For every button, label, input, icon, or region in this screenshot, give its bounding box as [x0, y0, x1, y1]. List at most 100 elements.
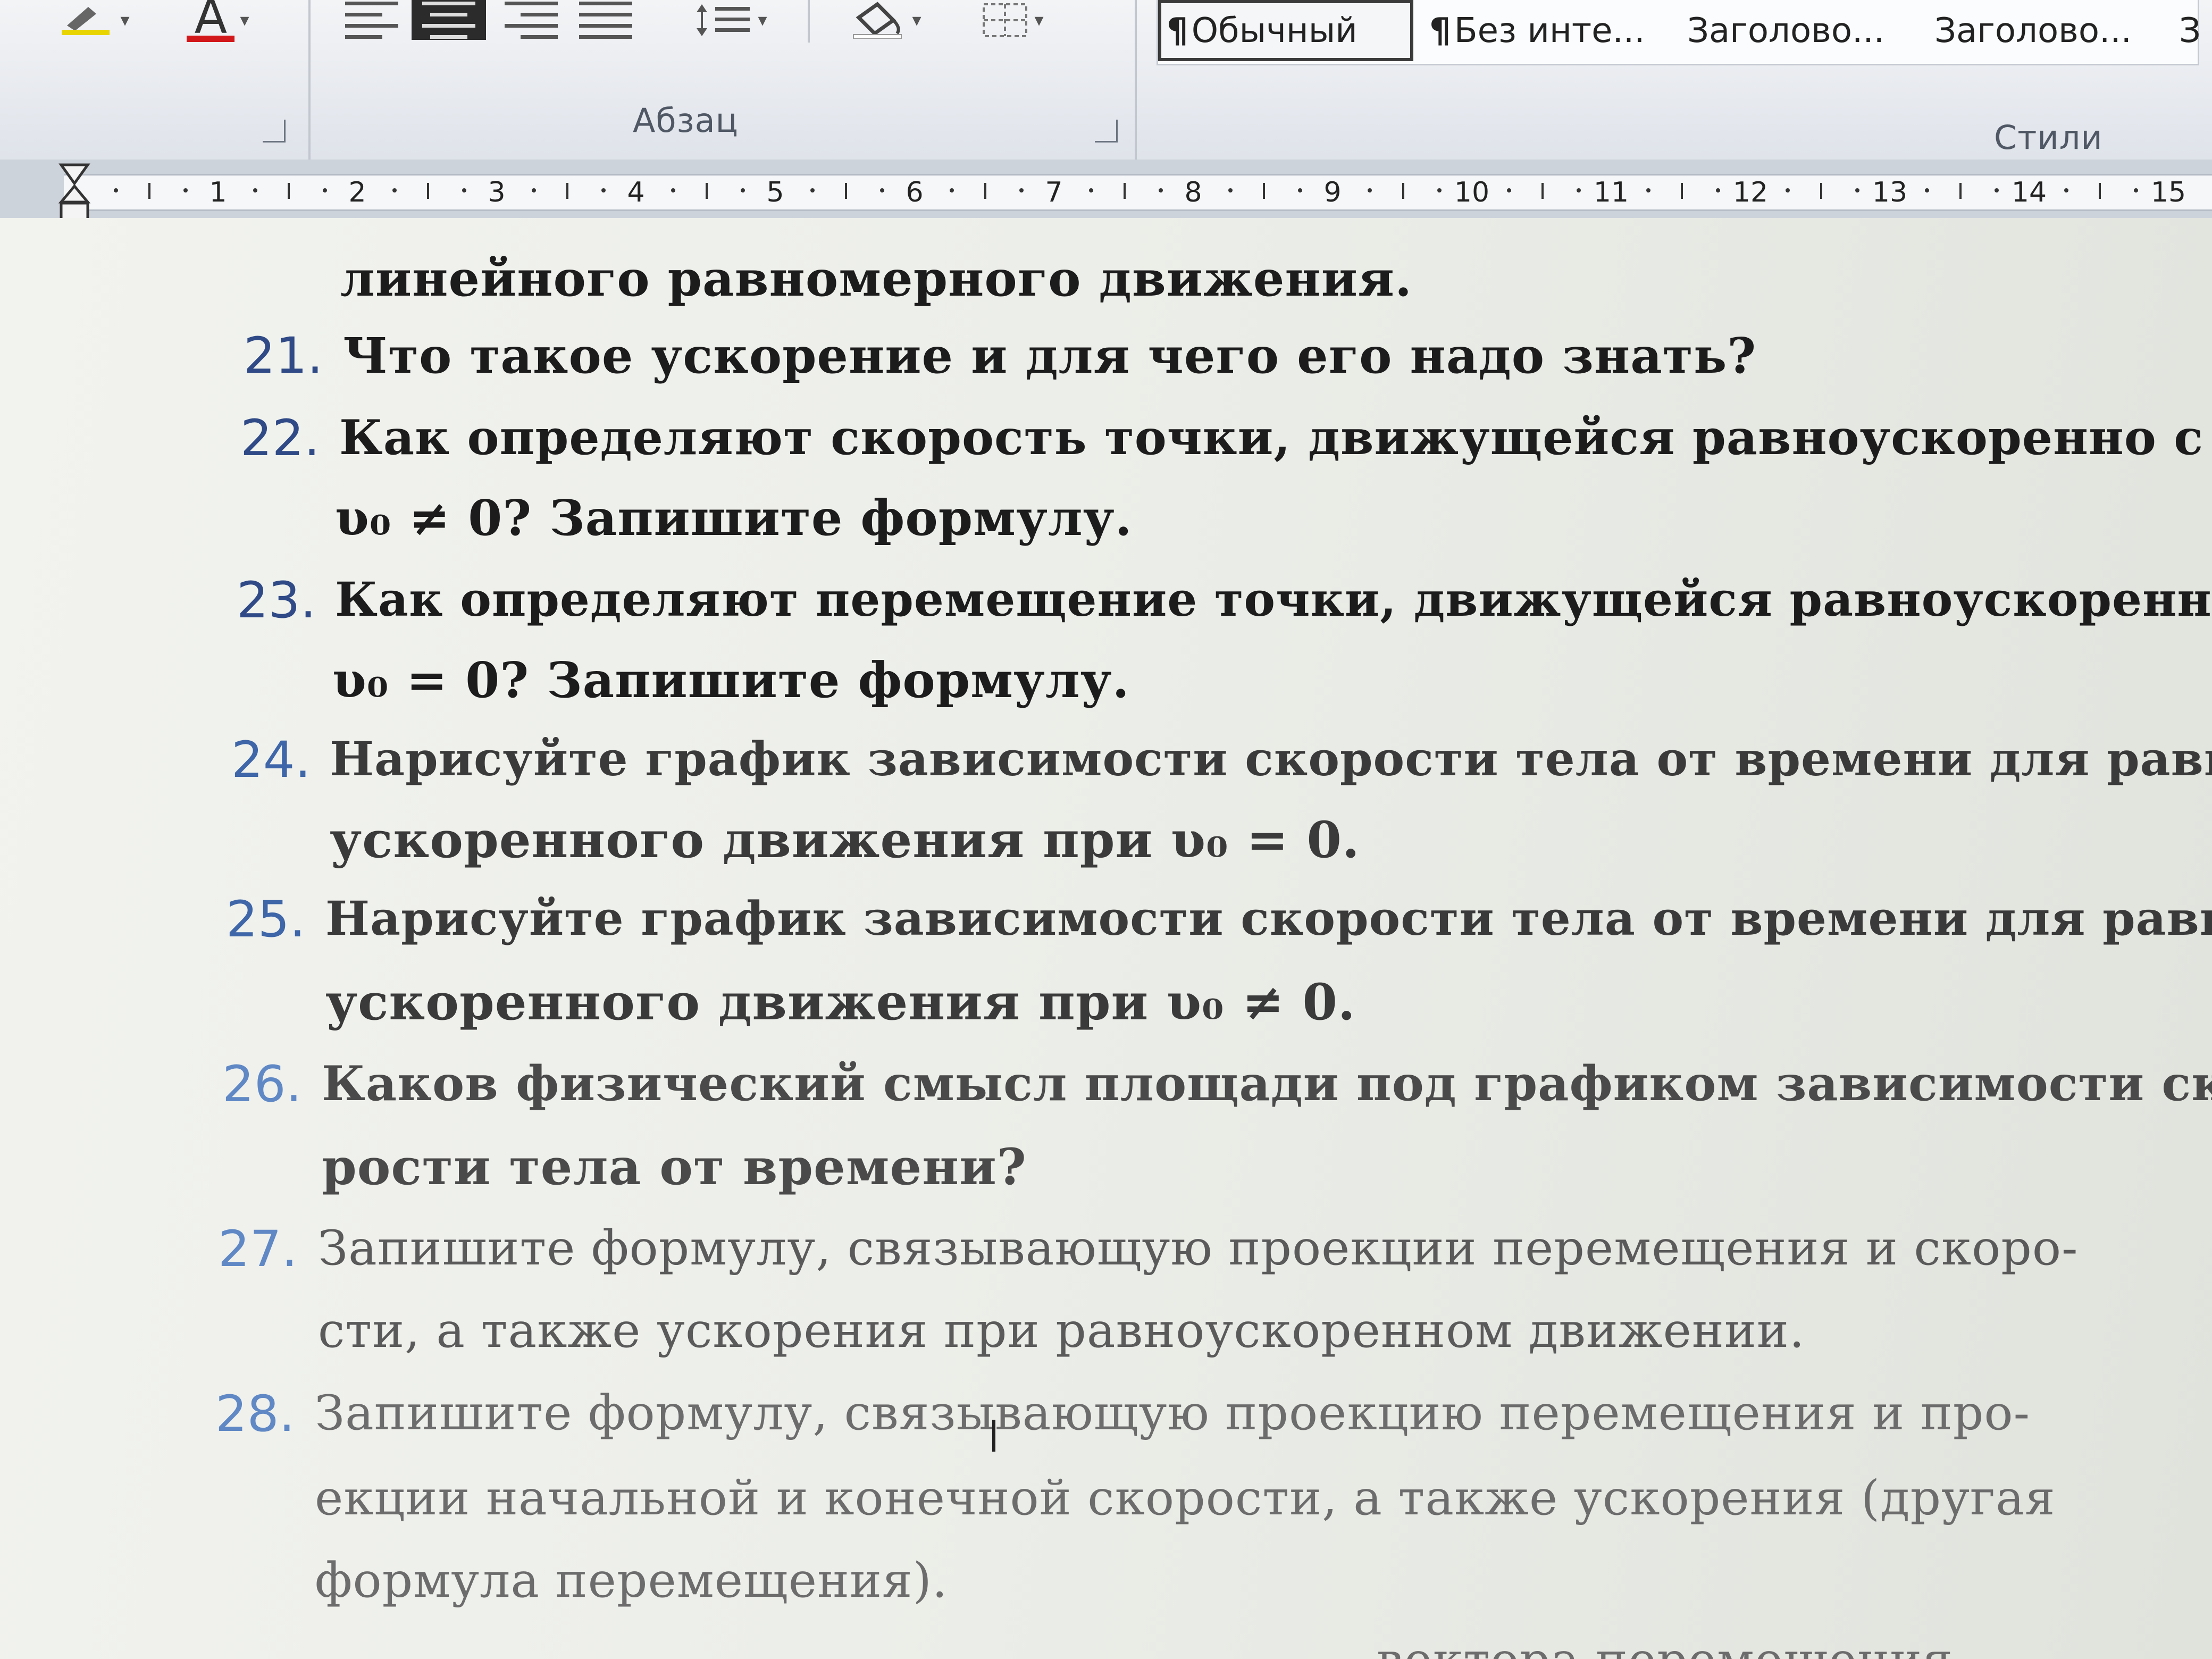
- ruler-number: 5: [766, 177, 784, 208]
- ruler-number: 15: [2150, 177, 2186, 208]
- justify-icon: [579, 1, 632, 39]
- ruler-tick: [1263, 183, 1265, 199]
- ruler-strip: 1 2 3 4 5 6 7 8 9 10 11 12 13 14 15: [64, 174, 2212, 211]
- list-number: 24.: [231, 731, 311, 789]
- ruler-tick: [531, 188, 536, 192]
- ruler-tick: [2099, 183, 2101, 199]
- styles-group-label: Стили: [1994, 118, 2103, 157]
- ruler-tick: [706, 183, 708, 199]
- list-item-text: Что такое ускорение и для чего его надо …: [343, 327, 1757, 384]
- ruler-tick: [1855, 188, 1859, 192]
- list-item-text: Каков физический смысл площади под графи…: [322, 1055, 2212, 1112]
- borders-icon: [981, 2, 1029, 39]
- ruler-tick: [566, 183, 568, 199]
- highlighter-icon: [56, 4, 115, 36]
- style-heading-2[interactable]: Заголово...: [1934, 0, 2132, 61]
- line-spacing-button[interactable]: ▾: [677, 0, 784, 40]
- ruler-number: 12: [1732, 177, 1769, 208]
- text-line: линейного равномерного движения.: [340, 250, 1412, 307]
- ruler-tick: [392, 188, 397, 192]
- style-normal[interactable]: ¶ Обычный: [1158, 0, 1413, 61]
- ruler-tick: [1541, 183, 1544, 199]
- highlight-color-button[interactable]: ▾: [43, 0, 144, 40]
- justify-button[interactable]: [571, 0, 640, 40]
- font-color-icon: A: [194, 0, 228, 45]
- align-center-button[interactable]: [412, 0, 486, 40]
- ruler-tick: [2133, 188, 2138, 192]
- font-color-button[interactable]: A ▾: [165, 0, 271, 45]
- chevron-down-icon[interactable]: ▾: [758, 10, 767, 31]
- ruler-tick: [1715, 188, 1720, 192]
- list-item-text: рости тела от времени?: [322, 1138, 1027, 1196]
- ruler-tick: [984, 183, 986, 199]
- list-item-text: Запишите формулу, связывающую проекции п…: [318, 1220, 2079, 1276]
- paragraph-dialog-launcher-icon[interactable]: [1095, 120, 1118, 143]
- ruler-tick: [322, 188, 327, 192]
- ruler-tick: [113, 188, 118, 192]
- ruler-tick: [1158, 188, 1163, 192]
- chevron-down-icon[interactable]: ▾: [240, 10, 249, 31]
- styles-gallery: ¶ Обычный ¶ Без инте... Заголово... Заго…: [1157, 0, 2201, 65]
- ruler-tick: [601, 188, 606, 192]
- chevron-down-icon[interactable]: ▾: [912, 10, 921, 31]
- ruler-number: 3: [488, 177, 506, 208]
- paragraph-group: ▾ ▾ ▾ Абзац: [263, 0, 1135, 160]
- font-group: ▾ A ▾: [0, 0, 308, 160]
- paragraph-group-label: Абзац: [633, 101, 739, 140]
- list-number: 23.: [237, 572, 316, 630]
- ruler-number: 14: [2011, 177, 2047, 208]
- list-item-text: Как определяют перемещение точки, движущ…: [335, 572, 2212, 627]
- list-item-text: Запишите формулу, связывающую проекцию п…: [315, 1385, 2030, 1441]
- align-right-button[interactable]: [497, 0, 566, 40]
- align-left-icon: [345, 1, 398, 39]
- ruler-tick: [427, 183, 429, 199]
- ruler-tick: [810, 188, 815, 192]
- ribbon-separator: [808, 0, 810, 43]
- style-no-spacing[interactable]: ¶ Без инте...: [1429, 0, 1645, 61]
- ruler-tick: [1959, 183, 1962, 199]
- align-right-icon: [505, 1, 558, 39]
- list-number: 26.: [222, 1055, 302, 1113]
- ruler-tick: [1820, 183, 1822, 199]
- align-left-button[interactable]: [337, 0, 406, 40]
- list-item-text: ускоренного движения при υ₀ ≠ 0.: [325, 973, 1356, 1032]
- horizontal-ruler[interactable]: 1 2 3 4 5 6 7 8 9 10 11 12 13 14 15: [0, 160, 2212, 218]
- list-item-text: ускоренного движения при υ₀ = 0.: [330, 811, 1360, 869]
- list-number: 28.: [215, 1385, 295, 1443]
- list-item-text: екции начальной и конечной скорости, а т…: [315, 1470, 2056, 1526]
- ruler-tick: [1576, 188, 1581, 192]
- ruler-tick: [671, 188, 675, 192]
- paint-bucket-icon: [848, 1, 907, 39]
- ruler-tick: [879, 188, 884, 192]
- shading-button[interactable]: ▾: [832, 0, 938, 40]
- list-item-text: ...вектора перемещения: [1329, 1632, 1953, 1659]
- ruler-number: 9: [1323, 177, 1342, 208]
- ruler-number: 4: [627, 177, 645, 208]
- ribbon-separator: [1135, 0, 1137, 160]
- list-item-text: υ₀ ≠ 0? Запишите формулу.: [335, 489, 1133, 547]
- ruler-tick: [1367, 188, 1372, 192]
- ruler-tick: [1785, 188, 1790, 192]
- list-item-text: υ₀ = 0? Запишите формулу.: [332, 651, 1130, 709]
- ruler-number: 13: [1872, 177, 1908, 208]
- ruler-tick: [253, 188, 257, 192]
- style-heading-1[interactable]: Заголово...: [1687, 0, 1884, 61]
- list-item-text: Нарисуйте график зависимости скорости те…: [330, 731, 2212, 786]
- ruler-tick: [1924, 188, 1929, 192]
- ribbon: ▾ A ▾ ▾ ▾ ▾ Абзац ¶ Обычный ¶ Без инте..…: [0, 0, 2212, 161]
- list-number: 21.: [244, 327, 323, 385]
- paragraph-dialog-launcher-icon[interactable]: [263, 120, 286, 143]
- ruler-tick: [740, 188, 745, 192]
- ruler-tick: [1681, 183, 1683, 199]
- chevron-down-icon[interactable]: ▾: [1034, 10, 1043, 31]
- list-number: 27.: [218, 1220, 298, 1278]
- ruler-tick: [949, 188, 954, 192]
- document-page[interactable]: линейного равномерного движения. 21. Что…: [0, 218, 2212, 1659]
- chevron-down-icon[interactable]: ▾: [120, 10, 129, 31]
- ruler-tick: [1228, 188, 1233, 192]
- borders-button[interactable]: ▾: [959, 0, 1066, 40]
- indent-marker-icon[interactable]: [58, 160, 91, 223]
- list-item-text: формула перемещения).: [315, 1553, 948, 1608]
- ruler-tick: [1019, 188, 1024, 192]
- style-more[interactable]: З: [2179, 0, 2201, 61]
